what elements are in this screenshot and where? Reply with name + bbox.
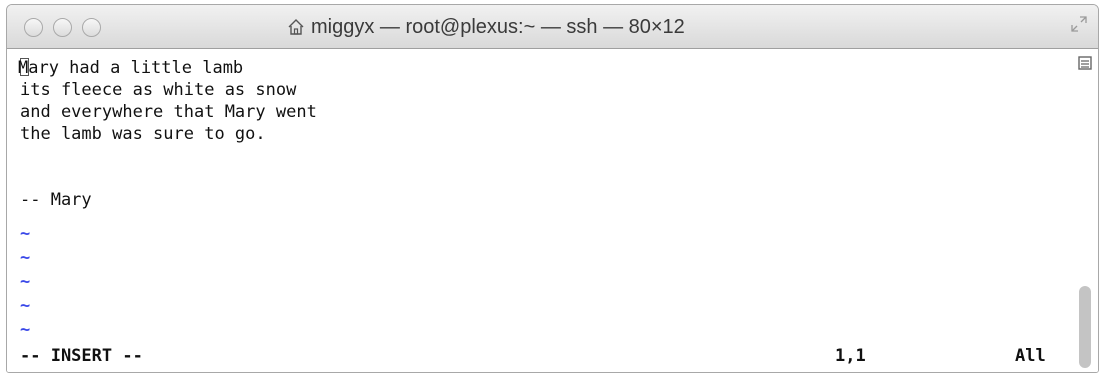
fullscreen-icon[interactable] [1070, 15, 1088, 33]
status-position: 1,1 [835, 346, 866, 366]
editor-line: and everywhere that Mary went [20, 102, 317, 122]
empty-line-marker: ~ [20, 296, 31, 316]
close-button[interactable] [24, 18, 43, 37]
empty-line-marker: ~ [20, 320, 31, 340]
empty-line-marker: ~ [20, 248, 31, 268]
zoom-button[interactable] [82, 18, 101, 37]
status-mode: -- INSERT -- [20, 346, 143, 366]
status-scroll: All [1015, 346, 1046, 366]
split-view-icon[interactable] [1077, 55, 1093, 71]
minimize-button[interactable] [53, 18, 72, 37]
window-title-text: miggyx — root@plexus:~ — ssh — 80×12 [311, 15, 685, 38]
terminal-window: miggyx — root@plexus:~ — ssh — 80×12 Mar… [6, 4, 1099, 373]
title-bar[interactable]: miggyx — root@plexus:~ — ssh — 80×12 [7, 5, 1098, 49]
scrollbar-thumb[interactable] [1079, 286, 1091, 368]
editor-line: its fleece as white as snow [20, 80, 297, 100]
editor-line: -- Mary [20, 190, 92, 210]
empty-line-marker: ~ [20, 224, 31, 244]
editor-line: the lamb was sure to go. [20, 124, 266, 144]
empty-line-marker: ~ [20, 272, 31, 292]
home-icon [288, 19, 304, 35]
vertical-scrollbar[interactable] [1070, 49, 1098, 372]
editor-line: Mary had a little lamb [18, 58, 244, 78]
terminal-content[interactable]: Mary had a little lamb its fleece as whi… [7, 49, 1070, 372]
window-title: miggyx — root@plexus:~ — ssh — 80×12 [287, 15, 685, 39]
